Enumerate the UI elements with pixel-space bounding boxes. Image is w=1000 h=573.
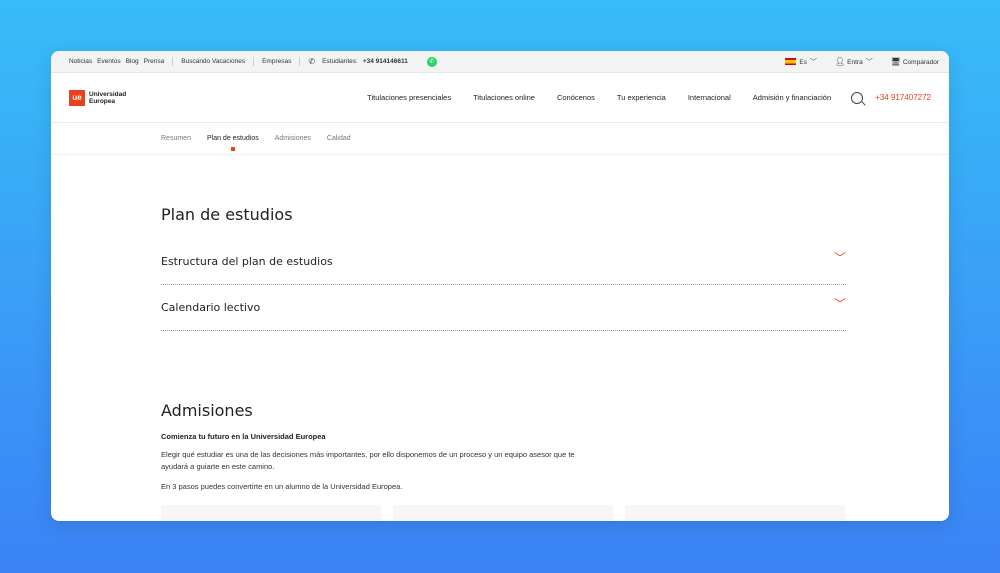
monitor-icon: 🖥︎ <box>890 57 901 66</box>
divider <box>253 57 255 66</box>
accordion-calendario[interactable]: Calendario lectivo ﹀ <box>161 285 846 331</box>
language-label: Es <box>799 58 807 66</box>
main-content: Plan de estudios Estructura del plan de … <box>51 205 846 521</box>
nav-item-online[interactable]: Titulaciones online <box>473 93 535 102</box>
chevron-down-icon: ﹀ <box>833 297 846 311</box>
admisiones-subtitle: Comienza tu futuro en la Universidad Eur… <box>161 432 326 441</box>
utility-right: Es ﹀ 👤︎ Entra ﹀ 🖥︎ Comparador <box>785 57 939 67</box>
step-card[interactable] <box>393 505 613 521</box>
nav-item-admision[interactable]: Admisión y financiación <box>753 93 831 102</box>
browser-window: Noticias Eventos Blog Prensa Buscando Va… <box>51 51 949 521</box>
accordion-title: Estructura del plan de estudios <box>161 255 333 268</box>
chevron-down-icon: ﹀ <box>865 58 873 66</box>
divider <box>299 57 301 66</box>
divider <box>172 57 174 66</box>
step-card[interactable] <box>625 505 845 521</box>
language-selector[interactable]: Es ﹀ <box>785 57 817 67</box>
accordion-title: Calendario lectivo <box>161 301 261 314</box>
accordion-estructura[interactable]: Estructura del plan de estudios ﹀ <box>161 239 846 285</box>
nav-item-experiencia[interactable]: Tu experiencia <box>617 93 666 102</box>
section-tabs: Resumen Plan de estudios Admisiones Cali… <box>51 123 949 155</box>
link-noticias[interactable]: Noticias <box>69 58 92 65</box>
link-eventos[interactable]: Eventos <box>97 58 121 65</box>
nav-item-conocenos[interactable]: Conócenos <box>557 93 595 102</box>
plan-title: Plan de estudios <box>161 205 293 224</box>
link-empresas[interactable]: Empresas <box>262 58 291 65</box>
estudiantes-label: Estudiantes: <box>322 58 358 65</box>
admisiones-paragraph: En 3 pasos puedes convertirte en un alum… <box>161 482 403 491</box>
spain-flag-icon <box>785 58 797 66</box>
estudiantes-phone[interactable]: +34 914146611 <box>363 58 408 65</box>
tab-resumen[interactable]: Resumen <box>161 135 191 142</box>
link-blog[interactable]: Blog <box>126 58 139 65</box>
logo-line1: Universidad <box>89 90 127 98</box>
compare-label: Comparador <box>902 59 939 66</box>
logo-mark: ue <box>69 89 85 106</box>
nav-menu: Titulaciones presenciales Titulaciones o… <box>367 93 831 102</box>
utility-bar: Noticias Eventos Blog Prensa Buscando Va… <box>51 51 949 73</box>
logo[interactable]: ue Universidad Europea <box>69 89 126 106</box>
steps-cards <box>161 505 846 521</box>
tab-admisiones[interactable]: Admisiones <box>275 135 311 142</box>
tab-calidad[interactable]: Calidad <box>327 135 351 142</box>
link-vacaciones[interactable]: Buscando Vacaciones <box>181 58 245 65</box>
nav-item-presenciales[interactable]: Titulaciones presenciales <box>367 93 451 102</box>
nav-phone[interactable]: +34 917407272 <box>875 93 931 102</box>
compare-button[interactable]: 🖥︎ Comparador <box>891 57 939 66</box>
link-prensa[interactable]: Prensa <box>144 58 165 65</box>
phone-icon: ✆ <box>308 57 316 66</box>
logo-text: Universidad Europea <box>89 91 126 105</box>
nav-item-internacional[interactable]: Internacional <box>688 93 731 102</box>
search-icon[interactable] <box>851 91 864 104</box>
step-card[interactable] <box>161 505 381 521</box>
main-nav: ue Universidad Europea Titulaciones pres… <box>51 73 949 123</box>
chevron-down-icon: ﹀ <box>810 58 817 66</box>
admisiones-title: Admisiones <box>161 401 253 420</box>
utility-links: Noticias Eventos Blog Prensa Buscando Va… <box>69 56 437 67</box>
user-icon: 👤︎ <box>835 56 846 66</box>
login-label: Entra <box>847 58 863 66</box>
login-button[interactable]: 👤︎ Entra ﹀ <box>835 57 873 67</box>
whatsapp-icon[interactable]: ✆ <box>426 56 437 67</box>
tab-plan-de-estudios[interactable]: Plan de estudios <box>207 135 259 142</box>
admisiones-paragraph: Elegir qué estudiar es una de las decisi… <box>161 450 575 471</box>
chevron-down-icon: ﹀ <box>833 251 846 265</box>
logo-line2: Europea <box>89 97 116 105</box>
